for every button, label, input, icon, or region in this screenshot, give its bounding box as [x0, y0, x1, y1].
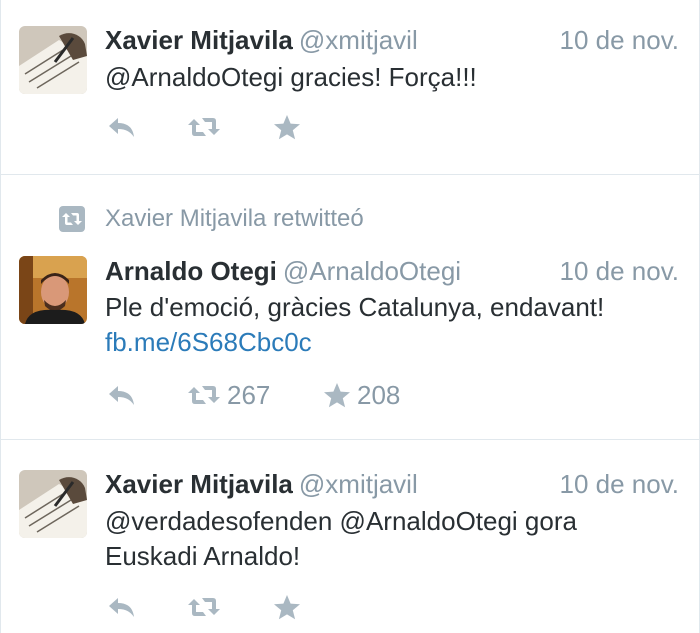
- reply-button[interactable]: [107, 379, 137, 411]
- tweet-text: @ArnaldoOtegi gracies! Força!!!: [105, 60, 679, 95]
- tweet-text-line: Euskadi Arnaldo!: [105, 541, 301, 571]
- avatar[interactable]: [19, 470, 87, 538]
- retweet-button[interactable]: 267: [187, 379, 270, 411]
- reply-button[interactable]: [107, 111, 137, 143]
- retweet-button[interactable]: [187, 591, 221, 623]
- reply-button[interactable]: [107, 591, 137, 623]
- author-handle[interactable]: @ArnaldoOtegi: [283, 256, 461, 286]
- retweet-context-label: Xavier Mitjavila retwitteó: [105, 205, 364, 232]
- tweet-text: @verdadesofenden @ArnaldoOtegi gora Eusk…: [105, 504, 679, 574]
- retweet-button[interactable]: [187, 111, 221, 143]
- tweet-text-line: @verdadesofenden @ArnaldoOtegi gora: [105, 506, 577, 536]
- reply-icon: [109, 386, 134, 405]
- tweet-text-line: Ple d'emoció, gràcies Catalunya, endavan…: [105, 292, 605, 322]
- retweet-icon: [188, 598, 220, 616]
- tweet-item[interactable]: Xavier Mitjavila retwitteó Arnaldo Otegi…: [1, 175, 699, 440]
- avatar[interactable]: [19, 256, 87, 324]
- retweet-count: 267: [227, 379, 271, 410]
- tweet-link[interactable]: fb.me/6S68Cbc0c: [105, 325, 679, 360]
- author-name[interactable]: Arnaldo Otegi: [105, 256, 277, 286]
- tweet-text: Ple d'emoció, gràcies Catalunya, endavan…: [105, 290, 679, 360]
- author-handle[interactable]: @xmitjavil: [299, 469, 418, 499]
- favorite-star-icon: [274, 115, 300, 140]
- author-name[interactable]: Xavier Mitjavila: [105, 25, 293, 55]
- timeline: Xavier Mitjavila @xmitjavil 10 de nov. @A…: [0, 0, 700, 633]
- tweet-text-line: @ArnaldoOtegi gracies! Força!!!: [105, 62, 477, 92]
- favorite-button[interactable]: [273, 111, 301, 143]
- retweet-context[interactable]: Xavier Mitjavila retwitteó: [59, 203, 364, 235]
- favorite-star-icon: [274, 595, 300, 620]
- reply-icon: [109, 118, 134, 137]
- tweet-item[interactable]: Xavier Mitjavila @xmitjavil 10 de nov. @A…: [1, 0, 699, 175]
- tweet-header: Arnaldo Otegi @ArnaldoOtegi 10 de nov.: [105, 255, 679, 287]
- retweet-badge-icon: [59, 206, 85, 232]
- favorite-star-icon: [324, 383, 350, 408]
- author-name[interactable]: Xavier Mitjavila: [105, 469, 293, 499]
- tweet-header: Xavier Mitjavila @xmitjavil 10 de nov.: [105, 468, 679, 500]
- favorite-count: 208: [357, 379, 401, 410]
- tweet-header: Xavier Mitjavila @xmitjavil 10 de nov.: [105, 24, 679, 56]
- avatar[interactable]: [19, 26, 87, 94]
- author-handle[interactable]: @xmitjavil: [299, 25, 418, 55]
- tweet-date[interactable]: 10 de nov.: [559, 255, 679, 287]
- retweet-icon: [188, 118, 220, 136]
- favorite-button[interactable]: [273, 591, 301, 623]
- tweet-date[interactable]: 10 de nov.: [559, 468, 679, 500]
- retweet-icon: [188, 386, 220, 404]
- favorite-button[interactable]: 208: [323, 379, 400, 411]
- tweet-date[interactable]: 10 de nov.: [559, 24, 679, 56]
- reply-icon: [109, 598, 134, 617]
- tweet-item[interactable]: Xavier Mitjavila @xmitjavil 10 de nov. @v…: [1, 440, 699, 633]
